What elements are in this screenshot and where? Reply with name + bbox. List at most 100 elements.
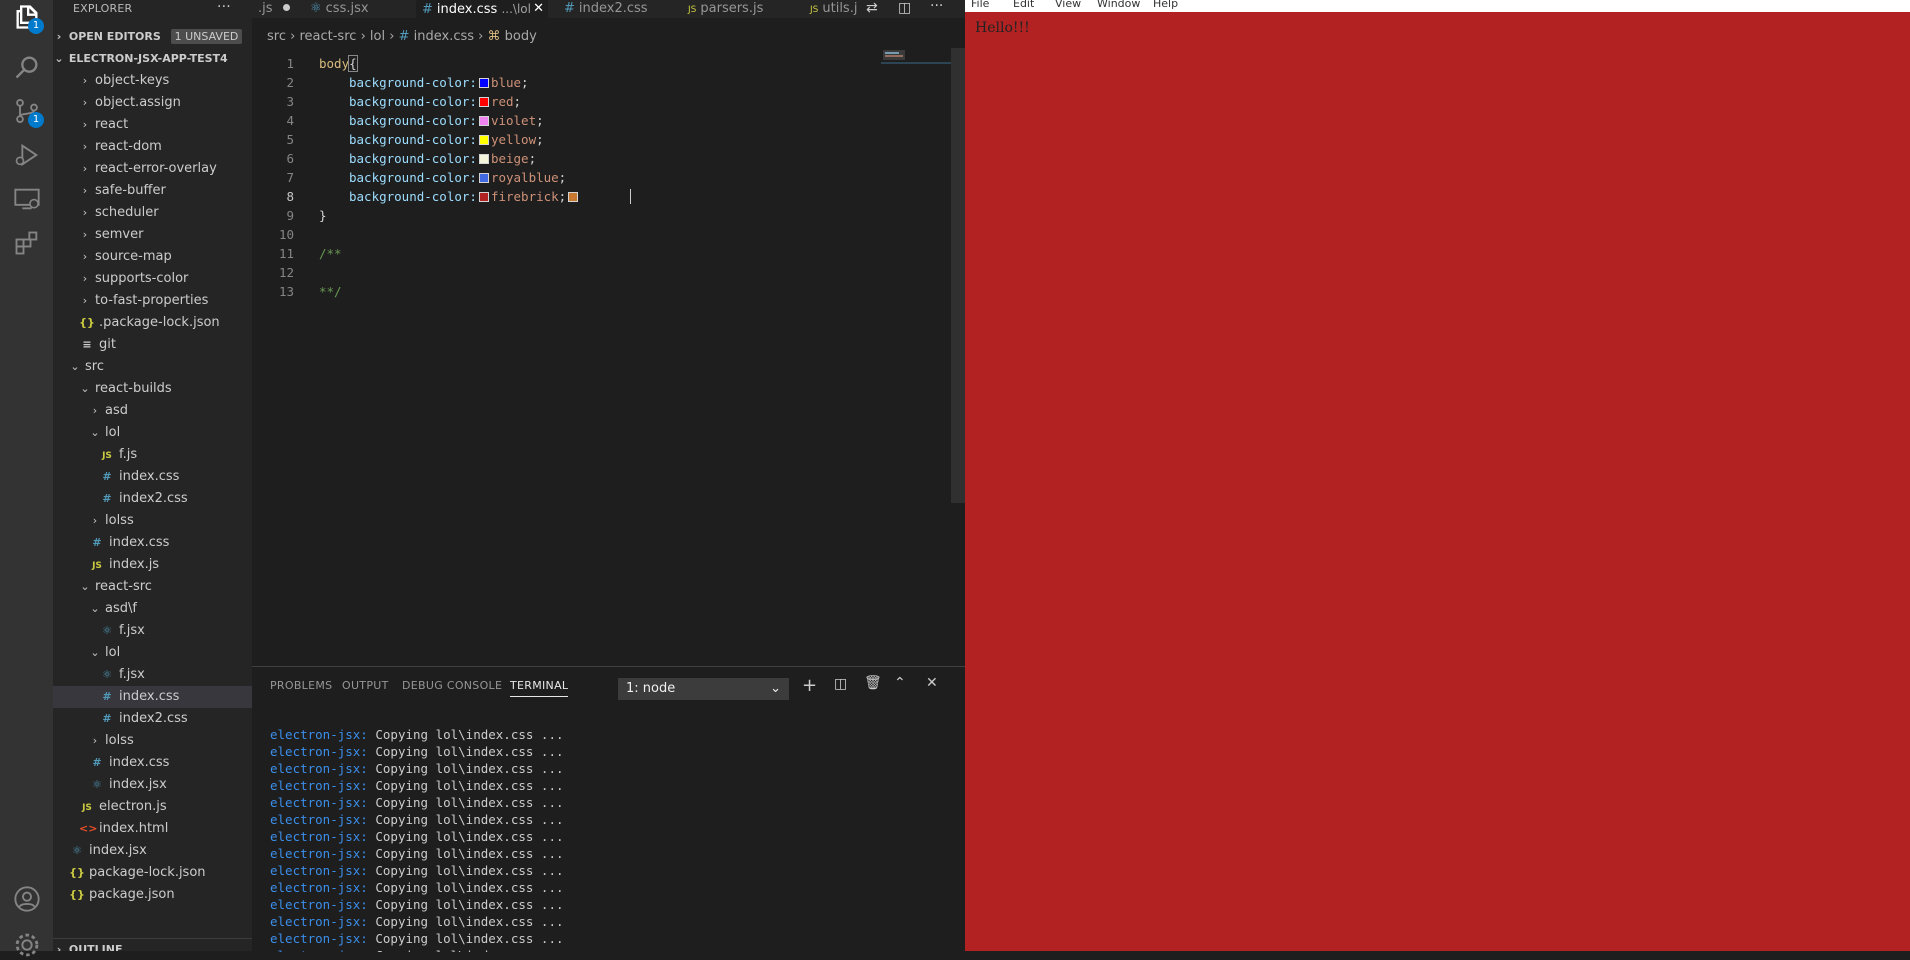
breadcrumb-react-src[interactable]: react-src (299, 29, 356, 44)
code-line: /** (319, 246, 342, 261)
file-item[interactable]: JS f.js (53, 444, 252, 466)
folder-item[interactable]: › object-keys (53, 70, 252, 92)
app-menu-file[interactable]: File (971, 0, 989, 9)
tab-debug-console[interactable]: DEBUG CONSOLE (402, 679, 502, 692)
chevron-right-icon: › (92, 404, 98, 417)
terminal-prefix: electron-jsx: (270, 778, 368, 793)
tab-index2-css[interactable]: # index2.css (558, 0, 654, 18)
maximize-panel-icon[interactable]: ⌃ (894, 675, 906, 691)
terminal-select[interactable]: 1: node ⌄ (618, 678, 789, 700)
folder-item[interactable]: › to-fast-properties (53, 290, 252, 312)
remote-explorer-icon[interactable] (12, 184, 42, 214)
editor-scrollbar[interactable] (951, 48, 965, 503)
settings-gear-icon[interactable] (12, 930, 42, 960)
file-item[interactable]: {} .package-lock.json (53, 312, 252, 334)
open-changes-icon[interactable]: ⇄ (866, 0, 878, 16)
account-icon[interactable] (12, 884, 42, 914)
file-item[interactable]: ⚛ index.jsx (53, 840, 252, 862)
folder-item[interactable]: › source-map (53, 246, 252, 268)
app-menu-help[interactable]: Help (1153, 0, 1178, 9)
color-swatch-icon[interactable] (568, 192, 579, 202)
tab-js[interactable]: .js (252, 0, 296, 18)
open-editors-section[interactable]: › OPEN EDITORS 1 UNSAVED (53, 26, 252, 48)
folder-item[interactable]: › supports-color (53, 268, 252, 290)
file-item[interactable]: ⚛ f.jsx (53, 620, 252, 642)
app-menu-edit[interactable]: Edit (1013, 0, 1034, 9)
unsaved-dot-icon (282, 4, 290, 11)
file-item[interactable]: ⚛ f.jsx (53, 664, 252, 686)
explorer-icon[interactable]: 1 (12, 2, 44, 34)
folder-item[interactable]: ⌄ react-builds (53, 378, 252, 400)
tab-utils-js[interactable]: JS utils.j (804, 0, 863, 18)
app-menu-view[interactable]: View (1055, 0, 1081, 9)
folder-item[interactable]: ⌄ react-src (53, 576, 252, 598)
minimap[interactable] (881, 48, 951, 68)
trash-icon[interactable]: 🗑 (864, 675, 882, 691)
color-swatch-icon[interactable] (478, 154, 489, 164)
color-swatch-icon[interactable] (478, 116, 489, 126)
tab-index-css[interactable]: # index.css ...\lol ✕ (416, 0, 548, 18)
file-item[interactable]: # index.css (53, 752, 252, 774)
color-swatch-icon[interactable] (478, 192, 489, 202)
folder-item[interactable]: › safe-buffer (53, 180, 252, 202)
project-section[interactable]: ⌄ ELECTRON-JSX-APP-TEST4 (53, 48, 252, 70)
file-item[interactable]: # index.css (53, 466, 252, 488)
color-swatch-icon[interactable] (478, 78, 489, 88)
folder-item[interactable]: ⌄ lol (53, 642, 252, 664)
tab-terminal[interactable]: TERMINAL (510, 679, 569, 697)
folder-item[interactable]: › object.assign (53, 92, 252, 114)
color-swatch-icon[interactable] (478, 173, 489, 183)
tree-item-label: object.assign (95, 95, 181, 110)
file-item[interactable]: {} package-lock.json (53, 862, 252, 884)
file-item[interactable]: # index.css (53, 532, 252, 554)
tree-item-label: lol (105, 645, 121, 660)
extensions-icon[interactable] (12, 228, 42, 258)
folder-item[interactable]: ⌄ asd\f (53, 598, 252, 620)
color-swatch-icon[interactable] (478, 135, 489, 145)
split-terminal-icon[interactable]: ◫ (834, 676, 847, 692)
file-item[interactable]: JS electron.js (53, 796, 252, 818)
file-item[interactable]: # index.css (53, 686, 252, 708)
folder-item[interactable]: › semver (53, 224, 252, 246)
source-control-icon[interactable]: 1 (12, 96, 44, 128)
folder-item[interactable]: ⌄ src (53, 356, 252, 378)
tree-item-label: react-builds (95, 381, 172, 396)
folder-item[interactable]: › asd (53, 400, 252, 422)
folder-item[interactable]: ⌄ lol (53, 422, 252, 444)
code-editor[interactable]: 1 body{2 background-color: blue; 3 background… (252, 48, 965, 666)
split-editor-icon[interactable]: ◫ (898, 0, 911, 16)
breadcrumb-src[interactable]: src (267, 29, 286, 44)
app-menu-window[interactable]: Window (1097, 0, 1140, 9)
search-icon[interactable] (12, 52, 42, 82)
color-swatch-icon[interactable] (478, 97, 489, 107)
new-terminal-icon[interactable]: + (802, 675, 817, 696)
terminal-line: electron-jsx: Copying lol\index.css ... (270, 727, 564, 742)
chevron-right-icon: › (82, 272, 88, 285)
file-item[interactable]: # index2.css (53, 708, 252, 730)
tab-problems[interactable]: PROBLEMS (270, 679, 332, 692)
folder-item[interactable]: › lolss (53, 510, 252, 532)
breadcrumb-body[interactable]: body (505, 29, 537, 44)
close-panel-icon[interactable]: ✕ (926, 675, 938, 691)
file-item[interactable]: ≡ git (53, 334, 252, 356)
folder-item[interactable]: › react-dom (53, 136, 252, 158)
file-item[interactable]: <> index.html (53, 818, 252, 840)
folder-item[interactable]: › scheduler (53, 202, 252, 224)
file-item[interactable]: JS index.js (53, 554, 252, 576)
tab-parsers-js[interactable]: JS parsers.js (682, 0, 769, 18)
outline-section[interactable]: › OUTLINE (53, 938, 252, 951)
folder-item[interactable]: › react (53, 114, 252, 136)
breadcrumb-lol[interactable]: lol (370, 29, 385, 44)
tab-css-jsx[interactable]: ⚛ css.jsx (304, 0, 375, 18)
file-item[interactable]: # index2.css (53, 488, 252, 510)
run-debug-icon[interactable] (12, 140, 42, 170)
file-item[interactable]: {} package.json (53, 884, 252, 906)
folder-item[interactable]: › lolss (53, 730, 252, 752)
tab-output[interactable]: OUTPUT (342, 679, 389, 692)
folder-item[interactable]: › react-error-overlay (53, 158, 252, 180)
more-actions-icon[interactable]: ··· (930, 0, 943, 14)
more-actions-icon[interactable]: ··· (217, 0, 231, 16)
file-item[interactable]: ⚛ index.jsx (53, 774, 252, 796)
breadcrumb-index-css[interactable]: index.css (414, 29, 474, 44)
close-tab-icon[interactable]: ✕ (533, 0, 544, 18)
